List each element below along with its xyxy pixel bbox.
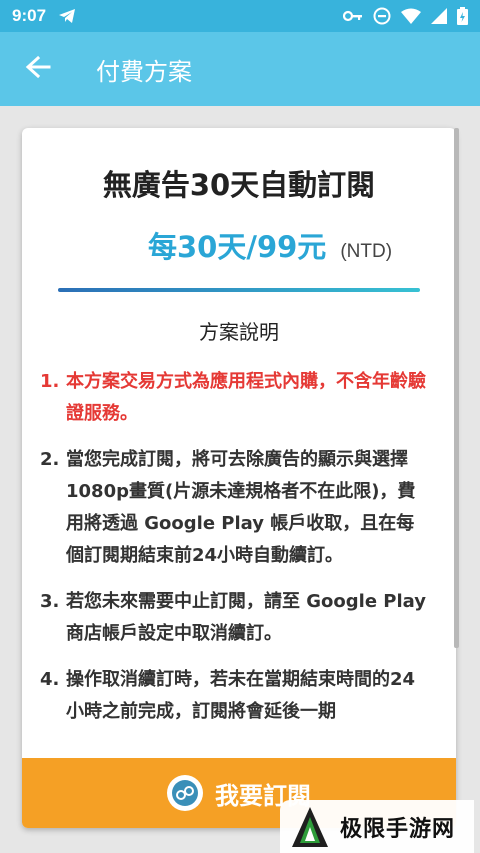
term-number: 2. <box>40 449 60 470</box>
term-text: 操作取消續訂時，若未在當期結束時間的24小時之前完成，訂閱將會延後一期 <box>66 669 416 722</box>
list-item: 4. 操作取消續訂時，若未在當期結束時間的24小時之前完成，訂閱將會延後一期 <box>40 664 426 728</box>
list-item: 1. 本方案交易方式為應用程式內購，不含年齡驗證服務。 <box>40 366 426 430</box>
telegram-icon <box>58 8 76 24</box>
arrow-back-icon <box>25 55 51 83</box>
back-button[interactable] <box>0 32 76 106</box>
terms-list: 1. 本方案交易方式為應用程式內購，不含年齡驗證服務。 2. 當您完成訂閱，將可… <box>40 366 426 742</box>
status-time: 9:07 <box>12 6 47 25</box>
plan-title: 無廣告30天自動訂閱 <box>102 168 376 202</box>
battery-icon <box>457 7 468 25</box>
price-currency: (NTD) <box>340 241 393 262</box>
list-item: 3. 若您未來需要中止訂閱，請至 Google Play 商店帳戶設定中取消續訂… <box>40 586 426 650</box>
description-heading: 方案說明 <box>199 320 279 344</box>
term-text: 當您完成訂閱，將可去除廣告的顯示與選擇1080p畫質(片源未達規格者不在此限)，… <box>66 449 416 566</box>
vpn-key-icon <box>343 10 363 22</box>
term-text: 本方案交易方式為應用程式內購，不含年齡驗證服務。 <box>66 371 426 424</box>
term-number: 4. <box>40 669 60 690</box>
plan-card: 無廣告30天自動訂閱 每30天/99元 (NTD) 方案說明 1. 本方案交易方… <box>22 128 456 828</box>
scrollbar[interactable] <box>454 128 459 648</box>
price-row: 每30天/99元 (NTD) <box>148 224 392 266</box>
term-text: 若您未來需要中止訂閱，請至 Google Play 商店帳戶設定中取消續訂。 <box>66 591 426 644</box>
watermark-logo-icon <box>290 805 330 849</box>
term-number: 1. <box>40 371 60 392</box>
status-bar: 9:07 <box>0 0 480 32</box>
watermark: 极限手游网 <box>280 800 474 853</box>
page-title: 付費方案 <box>96 57 192 86</box>
plan-price: 每30天/99元 <box>148 230 327 264</box>
list-item: 2. 當您完成訂閱，將可去除廣告的顯示與選擇1080p畫質(片源未達規格者不在此… <box>40 444 426 572</box>
term-number: 3. <box>40 591 60 612</box>
do-not-disturb-icon <box>373 7 391 25</box>
status-icons <box>343 7 468 25</box>
watermark-text: 极限手游网 <box>340 816 456 842</box>
subscribe-badge-icon <box>167 775 203 811</box>
divider <box>58 288 420 292</box>
signal-icon <box>431 8 447 24</box>
app-bar: 付費方案 <box>0 32 480 106</box>
wifi-icon <box>401 8 421 24</box>
